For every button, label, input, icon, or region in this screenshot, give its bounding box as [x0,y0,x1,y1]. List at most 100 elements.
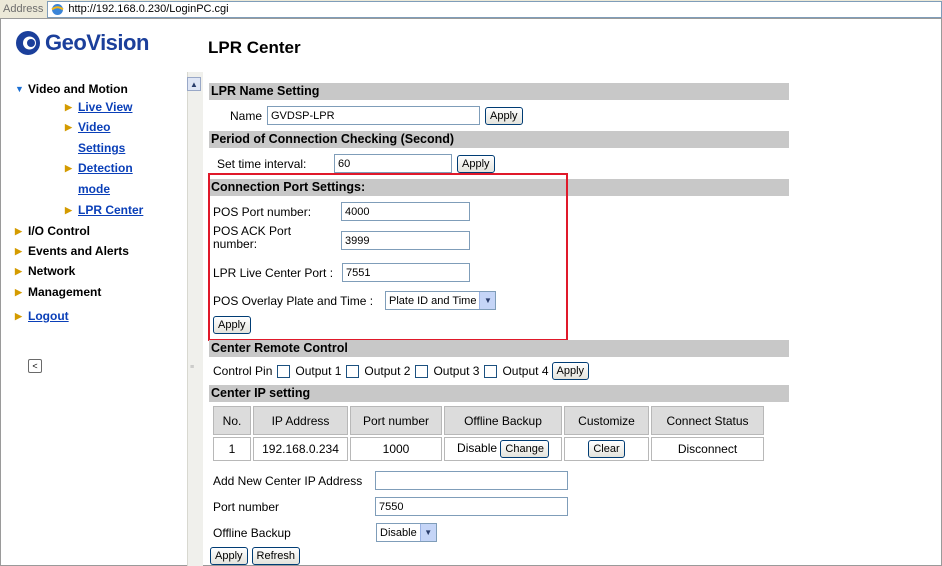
column-header-backup: Offline Backup [444,406,562,435]
collapse-arrow-icon: < [32,361,38,371]
triangle-icon: ▶ [65,122,72,132]
refresh-button[interactable]: Refresh [251,547,301,565]
sidebar-link-label[interactable]: Detection [78,161,133,175]
offline-backup-select-value: Disable [380,526,417,539]
sidebar-item-logout[interactable]: ▶ Logout [15,309,69,323]
output-4-label: Output 4 [502,364,549,378]
table-row: 1 192.168.0.234 1000 Disable Change Clea… [213,437,764,461]
output-2-checkbox[interactable] [346,364,360,378]
control-pin-label: Control Pin [213,364,273,378]
output-2-label: Output 2 [364,364,411,378]
geovision-logo-icon [16,31,40,55]
sidebar-item-label: Management [28,285,102,299]
triangle-icon: ▶ [15,246,22,256]
cell-status: Disconnect [651,437,764,461]
section-header-lpr-name: LPR Name Setting [209,83,789,100]
period-interval-input[interactable] [334,154,452,173]
center-ip-actions: Apply Refresh [210,547,301,565]
control-pin-row: Control Pin Output 1 Output 2 Output 3 O… [213,362,590,380]
triangle-icon: ▶ [65,102,72,112]
sidebar-item-detection-mode[interactable]: ▶ Detection [65,161,133,175]
offline-backup-label: Offline Backup [213,525,291,540]
cell-port: 1000 [350,437,442,461]
period-label: Set time interval: [217,156,307,171]
column-header-no: No. [213,406,251,435]
sidebar-item-label: Events and Alerts [28,244,129,258]
column-header-port: Port number [350,406,442,435]
table-header-row: No. IP Address Port number Offline Backu… [213,406,764,435]
ie-page-icon [51,3,64,15]
cell-backup: Disable Change [444,437,562,461]
cell-ip: 192.168.0.234 [253,437,348,461]
output-4-checkbox[interactable] [484,364,498,378]
column-header-status: Connect Status [651,406,764,435]
section-header-period: Period of Connection Checking (Second) [209,131,789,148]
expanded-triangle-icon: ▼ [15,84,24,94]
collapse-sidebar-button[interactable]: < [28,359,42,373]
triangle-icon: ▶ [65,163,72,173]
address-bar: Address http://192.168.0.230/LoginPC.cgi [0,0,942,19]
column-header-customize: Customize [564,406,649,435]
scroll-up-arrow-icon[interactable]: ▲ [187,77,201,91]
sidebar-link-label[interactable]: Live View [78,100,132,114]
period-row: Set time interval: Apply [217,154,495,173]
sidebar-item-detection-mode-line2[interactable]: mode [78,182,110,196]
clear-button[interactable]: Clear [588,440,625,458]
cell-customize: Clear [564,437,649,461]
lpr-name-row: Name Apply [230,106,523,125]
lpr-name-input[interactable] [267,106,480,125]
triangle-icon: ▶ [15,266,22,276]
geovision-logo: GeoVision [15,30,149,56]
sidebar-item-lpr-center[interactable]: ▶ LPR Center [65,203,143,217]
page-title: LPR Center [208,38,301,57]
sidebar-item-events-and-alerts[interactable]: ▶ Events and Alerts [15,244,129,258]
add-ip-input[interactable] [375,471,568,490]
center-ip-table: No. IP Address Port number Offline Backu… [211,404,766,463]
output-1-label: Output 1 [295,364,342,378]
period-apply-button[interactable]: Apply [457,154,495,173]
sidebar-item-live-view[interactable]: ▶ Live View [65,100,132,114]
url-field[interactable]: http://192.168.0.230/LoginPC.cgi [47,0,942,18]
logout-link[interactable]: Logout [28,309,69,323]
sidebar-item-io-control[interactable]: ▶ I/O Control [15,224,90,238]
control-pin-apply-button[interactable]: Apply [551,362,590,380]
sidebar-item-management[interactable]: ▶ Management [15,285,101,299]
brand-name: GeoVision [45,30,149,55]
address-label: Address [3,3,44,15]
sidebar-scrollbar[interactable] [187,72,203,566]
sidebar-item-video-settings-line2[interactable]: Settings [78,141,125,155]
column-header-ip: IP Address [253,406,348,435]
output-3-label: Output 3 [433,364,480,378]
center-ip-apply-button[interactable]: Apply [210,547,248,565]
add-ip-label: Add New Center IP Address [213,473,363,488]
triangle-icon: ▶ [15,226,22,236]
add-port-row: Port number [213,497,568,516]
triangle-icon: ▶ [65,205,72,215]
output-3-checkbox[interactable] [415,364,429,378]
output-1-checkbox[interactable] [277,364,291,378]
sidebar-item-video-and-motion[interactable]: ▼ Video and Motion [15,82,128,96]
cell-no: 1 [213,437,251,461]
url-text: http://192.168.0.230/LoginPC.cgi [68,3,229,15]
chevron-down-icon: ▼ [419,524,436,541]
lpr-name-apply-button[interactable]: Apply [485,106,523,125]
main-content: LPR Center LPR Name Setting Name Apply P… [208,20,942,566]
splitter-grip-icon[interactable]: ≡ [190,364,198,372]
change-button[interactable]: Change [500,440,549,458]
triangle-icon: ▶ [15,287,22,297]
sidebar-item-network[interactable]: ▶ Network [15,264,75,278]
sidebar-link-label[interactable]: mode [78,182,110,196]
sidebar-item-label: Video and Motion [28,82,128,96]
offline-backup-row: Offline Backup Disable ▼ [213,523,437,542]
add-ip-row: Add New Center IP Address [213,471,568,490]
offline-backup-select[interactable]: Disable ▼ [376,523,437,542]
lpr-name-label: Name [230,108,263,123]
sidebar-item-label: Network [28,264,76,278]
add-port-input[interactable] [375,497,568,516]
add-port-label: Port number [213,499,280,514]
sidebar-link-label[interactable]: Settings [78,141,125,155]
sidebar-item-video-settings[interactable]: ▶ Video [65,120,110,134]
sidebar-link-label[interactable]: Video [78,120,110,134]
sidebar-link-label[interactable]: LPR Center [78,203,143,217]
triangle-icon: ▶ [15,311,22,321]
